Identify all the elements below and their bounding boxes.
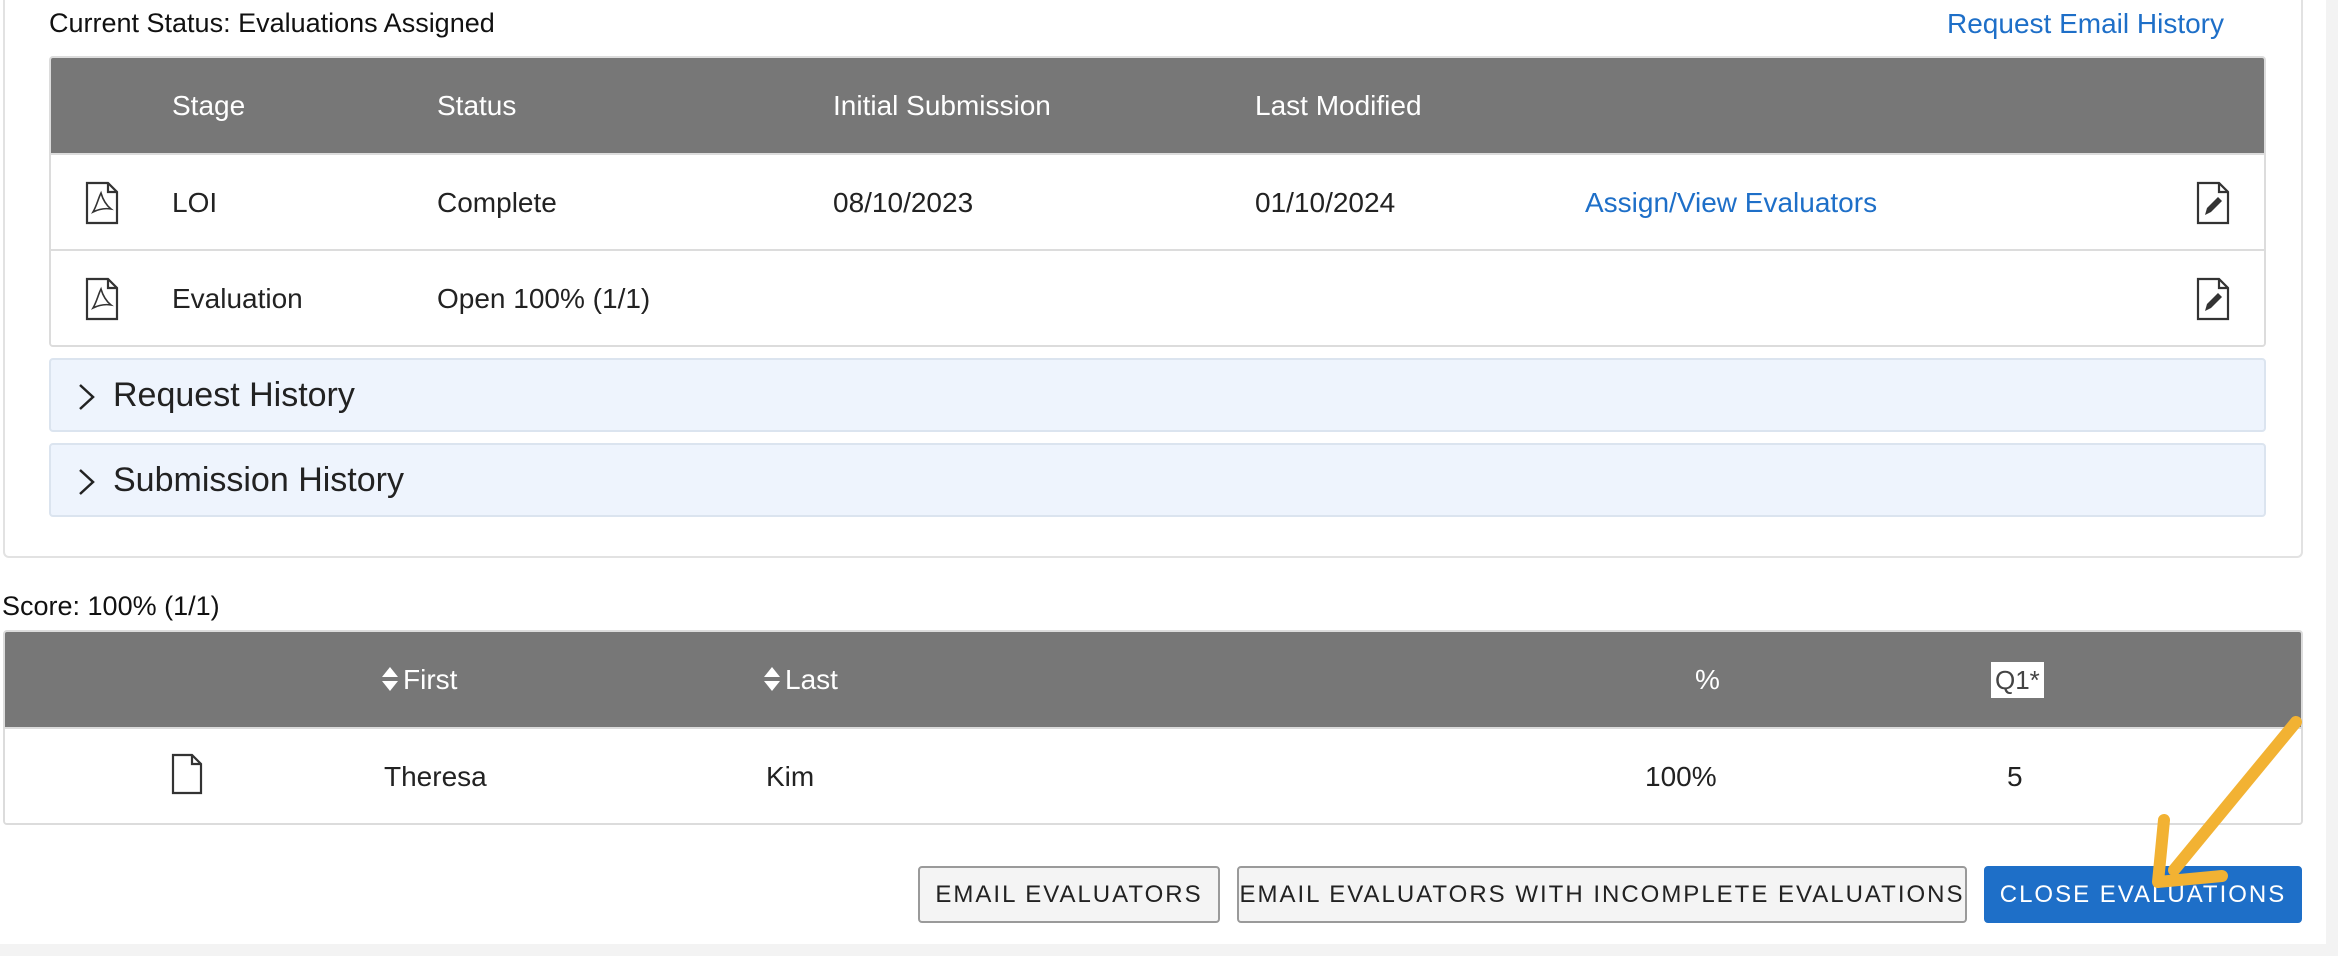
column-header-last-modified: Last Modified <box>1255 90 1422 121</box>
submission-history-label: Submission History <box>113 461 404 499</box>
stage-status: Open 100% (1/1) <box>437 283 651 314</box>
evaluator-last-name: Kim <box>766 761 815 792</box>
sort-icon <box>382 667 398 692</box>
request-email-history-link[interactable]: Request Email History <box>1947 8 2224 40</box>
email-incomplete-evaluators-button[interactable]: EMAIL EVALUATORS WITH INCOMPLETE EVALUAT… <box>1237 866 1967 923</box>
column-header-stage: Stage <box>172 90 246 121</box>
page-bottom-gutter <box>0 944 2338 956</box>
column-header-last: Last <box>785 664 838 695</box>
column-header-q1: Q1* <box>1991 662 2044 698</box>
submission-history-accordion[interactable]: Submission History <box>49 443 2266 517</box>
close-evaluations-button[interactable]: CLOSE EVALUATIONS <box>1984 866 2302 923</box>
evaluator-first-name: Theresa <box>384 761 487 792</box>
current-status: Current Status: Evaluations Assigned <box>49 8 495 38</box>
sort-first-name[interactable]: First <box>381 632 457 727</box>
evaluator-scores-table: First Last % Q1* Theresa Kim 100% 5 <box>3 630 2303 825</box>
column-header-status: Status <box>437 90 517 121</box>
email-evaluators-button[interactable]: EMAIL EVALUATORS <box>918 866 1220 923</box>
page-scroll-gutter <box>2326 0 2338 956</box>
stage-row-loi: LOI Complete 08/10/2023 01/10/2024 Assig… <box>51 153 2264 249</box>
column-header-first: First <box>403 664 458 695</box>
scores-table-header: First Last % Q1* <box>5 632 2301 727</box>
score-label: Score: 100% (1/1) <box>2 591 220 621</box>
table-row: Theresa Kim 100% 5 <box>5 727 2301 823</box>
assign-view-evaluators-link[interactable]: Assign/View Evaluators <box>1585 187 1877 218</box>
stage-status: Complete <box>437 187 557 218</box>
stage-name: Evaluation <box>172 283 303 314</box>
request-history-label: Request History <box>113 376 355 414</box>
chevron-right-icon <box>79 469 95 495</box>
document-icon[interactable] <box>171 753 203 795</box>
edit-document-icon[interactable] <box>2196 181 2230 225</box>
stage-last-modified: 01/10/2024 <box>1255 187 1396 218</box>
request-history-accordion[interactable]: Request History <box>49 358 2266 432</box>
stage-initial-submission: 08/10/2023 <box>833 187 974 218</box>
column-header-initial-submission: Initial Submission <box>833 90 1051 121</box>
sort-icon <box>764 667 780 692</box>
request-card: Current Status: Evaluations Assigned Req… <box>3 0 2303 558</box>
stages-table: Stage Status Initial Submission Last Mod… <box>49 56 2266 347</box>
column-header-percent: % <box>1695 664 1720 695</box>
stage-row-evaluation: Evaluation Open 100% (1/1) <box>51 249 2264 345</box>
evaluator-q1-score: 5 <box>2007 761 2023 792</box>
assign-view-evaluators-cell: Assign/View Evaluators <box>1585 155 1877 251</box>
chevron-right-icon <box>79 384 95 410</box>
sort-last-name[interactable]: Last <box>763 632 838 727</box>
pdf-file-icon[interactable] <box>85 277 119 321</box>
pdf-file-icon[interactable] <box>85 181 119 225</box>
edit-document-icon[interactable] <box>2196 277 2230 321</box>
stage-name: LOI <box>172 187 218 218</box>
stages-table-header: Stage Status Initial Submission Last Mod… <box>51 58 2264 153</box>
evaluator-percent: 100% <box>1645 761 1717 792</box>
